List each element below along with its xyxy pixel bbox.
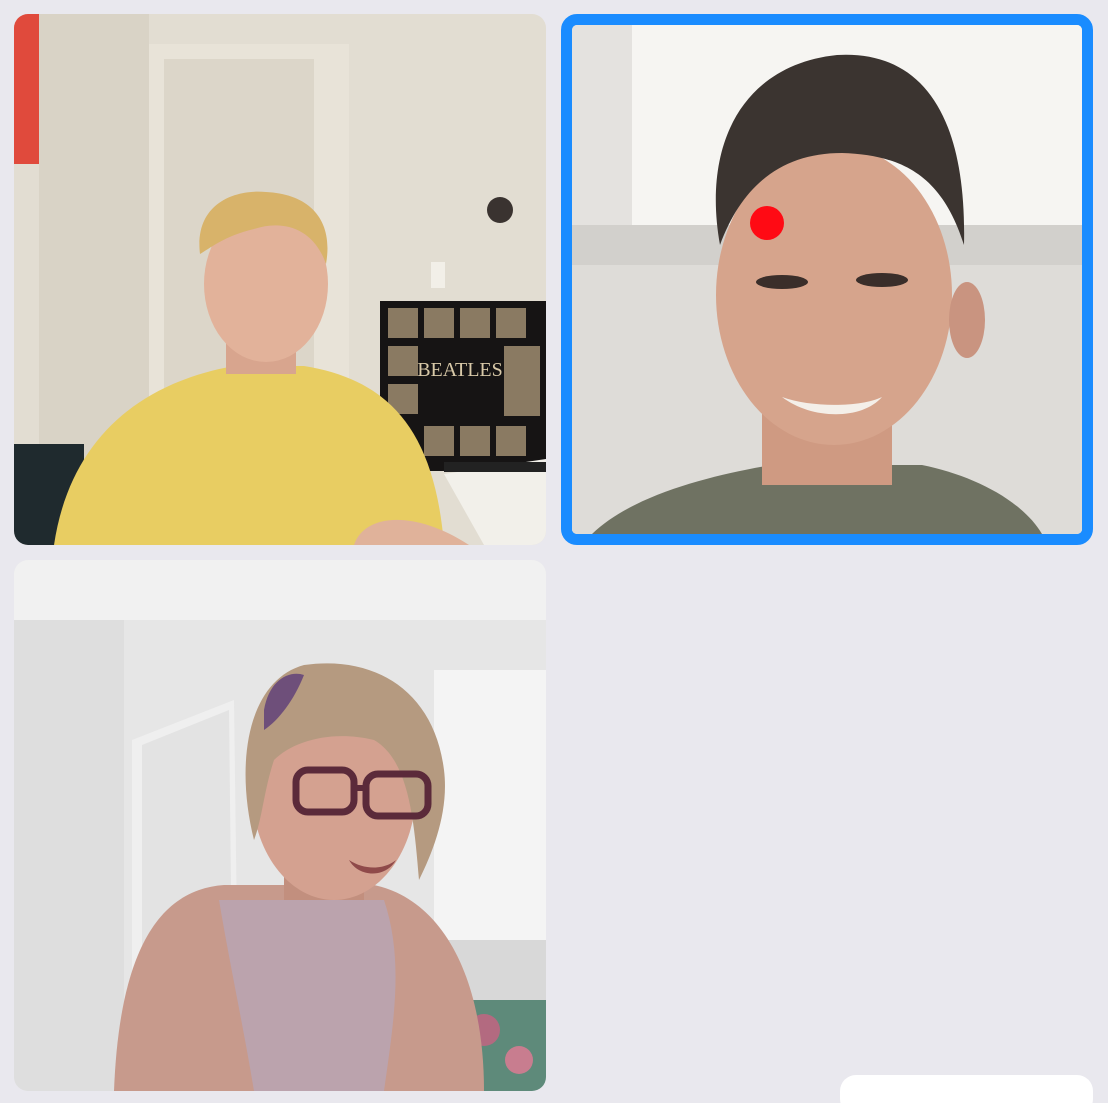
video-call-grid: BEATLES [0, 0, 1108, 1103]
participant-video-feed [14, 560, 546, 1091]
recording-indicator-dot [750, 206, 784, 240]
active-speaker-video-tile[interactable] [561, 14, 1093, 545]
participant-video-tile[interactable] [14, 560, 546, 1091]
bottom-sheet-handle[interactable] [840, 1075, 1093, 1103]
participant-video-feed [572, 25, 1082, 534]
participant-video-feed: BEATLES [14, 14, 546, 545]
poster-text: BEATLES [417, 359, 503, 381]
participant-video-tile[interactable]: BEATLES [14, 14, 546, 545]
